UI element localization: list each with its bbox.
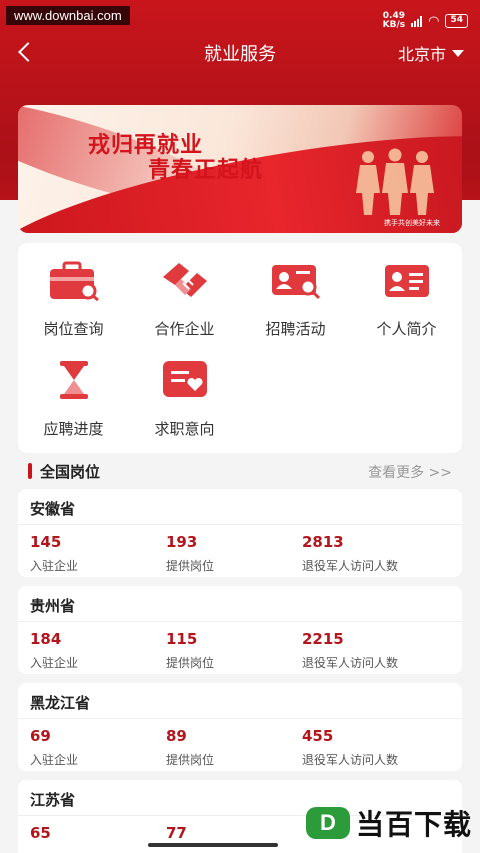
menu-label: 合作企业 [154, 320, 215, 338]
network-speed: 0.49 KB/s [382, 11, 406, 30]
menu-personal-profile[interactable]: 个人简介 [351, 243, 462, 339]
city-selector[interactable]: 北京市 [398, 41, 464, 65]
soldiers-silhouette-icon [356, 148, 434, 215]
province-card[interactable]: 贵州省 184 入驻企业 115 提供岗位 2215 退役军人访问人数 [18, 586, 462, 674]
signal-icon [411, 15, 423, 27]
banner-caption: 携手共创美好未来 [384, 219, 440, 227]
stat-positions: 115 提供岗位 [166, 630, 215, 670]
menu-job-intention[interactable]: 求职意向 [129, 343, 240, 439]
banner-headline-2: 青春正起航 [148, 158, 264, 183]
handshake-icon [163, 263, 207, 297]
battery-icon: 54 [445, 14, 468, 28]
navigation-bar: 就业服务 北京市 [0, 36, 480, 70]
menu-label: 招聘活动 [265, 320, 326, 338]
province-name: 江苏省 [30, 791, 76, 809]
stat-positions: 77 [166, 824, 187, 842]
stat-positions: 193 提供岗位 [166, 533, 215, 573]
home-indicator[interactable] [148, 843, 278, 847]
menu-recruitment-events[interactable]: 招聘活动 [240, 243, 351, 339]
status-bar: 0.49 KB/s ◠ 54 [383, 12, 468, 30]
menu-job-search[interactable]: 岗位查询 [18, 243, 129, 339]
stat-visitors: 2813 退役军人访问人数 [302, 533, 399, 573]
stat-companies: 145 入驻企业 [30, 533, 79, 573]
profile-card-icon [385, 265, 429, 297]
logo-badge-icon: D [305, 807, 350, 839]
menu-label: 应聘进度 [43, 420, 104, 438]
menu-label: 求职意向 [154, 420, 215, 438]
province-name: 黑龙江省 [30, 694, 91, 712]
wifi-icon: ◠ [428, 13, 440, 29]
national-jobs-header: 全国岗位 查看更多 >> [18, 458, 462, 484]
menu-partner-companies[interactable]: 合作企业 [129, 243, 240, 339]
site-logo: D 当百下载 [305, 803, 472, 843]
stat-companies: 184 入驻企业 [30, 630, 79, 670]
stat-companies: 65 [30, 824, 51, 842]
menu-label: 岗位查询 [43, 320, 104, 338]
stat-visitors: 2215 退役军人访问人数 [302, 630, 399, 670]
promo-banner[interactable]: 戎归再就业 青春正起航 携手共创美好未来 [18, 105, 462, 233]
province-card[interactable]: 安徽省 145 入驻企业 193 提供岗位 2813 退役军人访问人数 [18, 489, 462, 577]
watermark: www.downbai.com [6, 6, 130, 25]
province-name: 安徽省 [30, 500, 76, 518]
divider [18, 524, 462, 525]
menu-application-progress[interactable]: 应聘进度 [18, 343, 129, 439]
divider [18, 621, 462, 622]
city-label: 北京市 [397, 45, 446, 64]
divider [18, 718, 462, 719]
briefcase-search-icon [50, 261, 99, 301]
logo-text: 当百下载 [355, 808, 472, 841]
province-card[interactable]: 黑龙江省 69 入驻企业 89 提供岗位 455 退役军人访问人数 [18, 683, 462, 771]
province-name: 贵州省 [30, 597, 76, 615]
service-menu: 岗位查询 合作企业 招聘活动 个人简介 应聘进度 求职意向 [18, 243, 462, 453]
chevron-down-icon [452, 49, 464, 57]
id-card-search-icon [272, 265, 321, 300]
hourglass-icon [60, 361, 88, 399]
stat-visitors: 455 退役军人访问人数 [302, 727, 399, 767]
view-more-link[interactable]: 查看更多 >> [368, 462, 452, 482]
stat-companies: 69 入驻企业 [30, 727, 79, 767]
section-title: 全国岗位 [40, 463, 101, 481]
section-accent-bar [28, 463, 32, 479]
menu-label: 个人简介 [376, 320, 437, 338]
heart-message-icon [163, 361, 207, 397]
stat-positions: 89 提供岗位 [166, 727, 215, 767]
